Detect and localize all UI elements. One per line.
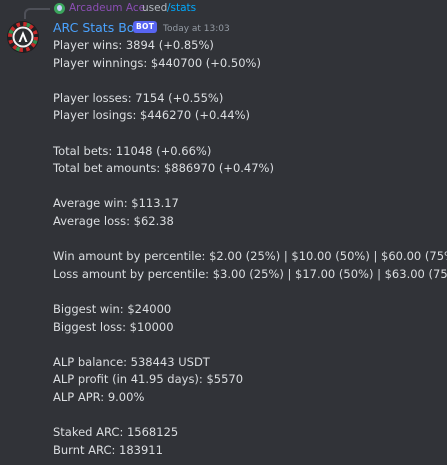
bot-avatar[interactable]	[7, 21, 39, 53]
reply-spine	[24, 8, 50, 19]
message-line: Player losings: $446270 (+0.44%)	[53, 108, 250, 123]
message-line: Player winnings: $440700 (+0.50%)	[53, 55, 261, 70]
message-line: Average win: $113.17	[53, 196, 179, 211]
message-line: Player losses: 7154 (+0.55%)	[53, 90, 224, 105]
bot-badge: BOT	[133, 21, 158, 33]
reply-bar: Arcadeum Ace used /stats	[0, 0, 447, 19]
message-line	[53, 72, 443, 90]
reply-username[interactable]: Arcadeum Ace	[69, 0, 145, 16]
message-line: Player wins: 3894 (+0.85%)	[53, 38, 214, 52]
message-line: Biggest win: $24000	[53, 301, 172, 316]
message-line: Loss amount by percentile: $3.00 (25%) |…	[53, 266, 447, 281]
reply-used-text: used	[142, 2, 168, 14]
bot-name[interactable]: ARC Stats Bot	[53, 19, 139, 37]
roulette-wheel-icon	[7, 21, 39, 53]
message-line	[53, 283, 443, 301]
message-line: Total bets: 11048 (+0.66%)	[53, 143, 212, 158]
message-line: Staked ARC: 1568125	[53, 425, 179, 440]
message-content: Player wins: 3894 (+0.85%) Player winnin…	[53, 37, 447, 459]
message-line: Total bet amounts: $886970 (+0.47%)	[53, 161, 274, 176]
message-line	[53, 178, 443, 196]
reply-command[interactable]: /stats	[167, 0, 196, 16]
message-line: ALP balance: 538443 USDT	[53, 354, 210, 369]
message-line	[53, 125, 443, 143]
reply-avatar[interactable]	[54, 3, 65, 14]
message-line	[53, 336, 443, 354]
message-line: Win amount by percentile: $2.00 (25%) | …	[53, 249, 447, 264]
timestamp[interactable]: Today at 13:03	[163, 22, 230, 36]
message-line: Burnt ARC: 183911	[53, 442, 163, 457]
message-line: Average loss: $62.38	[53, 213, 174, 228]
message-line: Biggest loss: $10000	[53, 319, 174, 334]
message-line	[53, 231, 443, 249]
message-line: ALP profit (in 41.95 days): $5570	[53, 372, 244, 387]
message-line	[53, 406, 443, 424]
message-line: ALP APR: 9.00%	[53, 389, 145, 404]
